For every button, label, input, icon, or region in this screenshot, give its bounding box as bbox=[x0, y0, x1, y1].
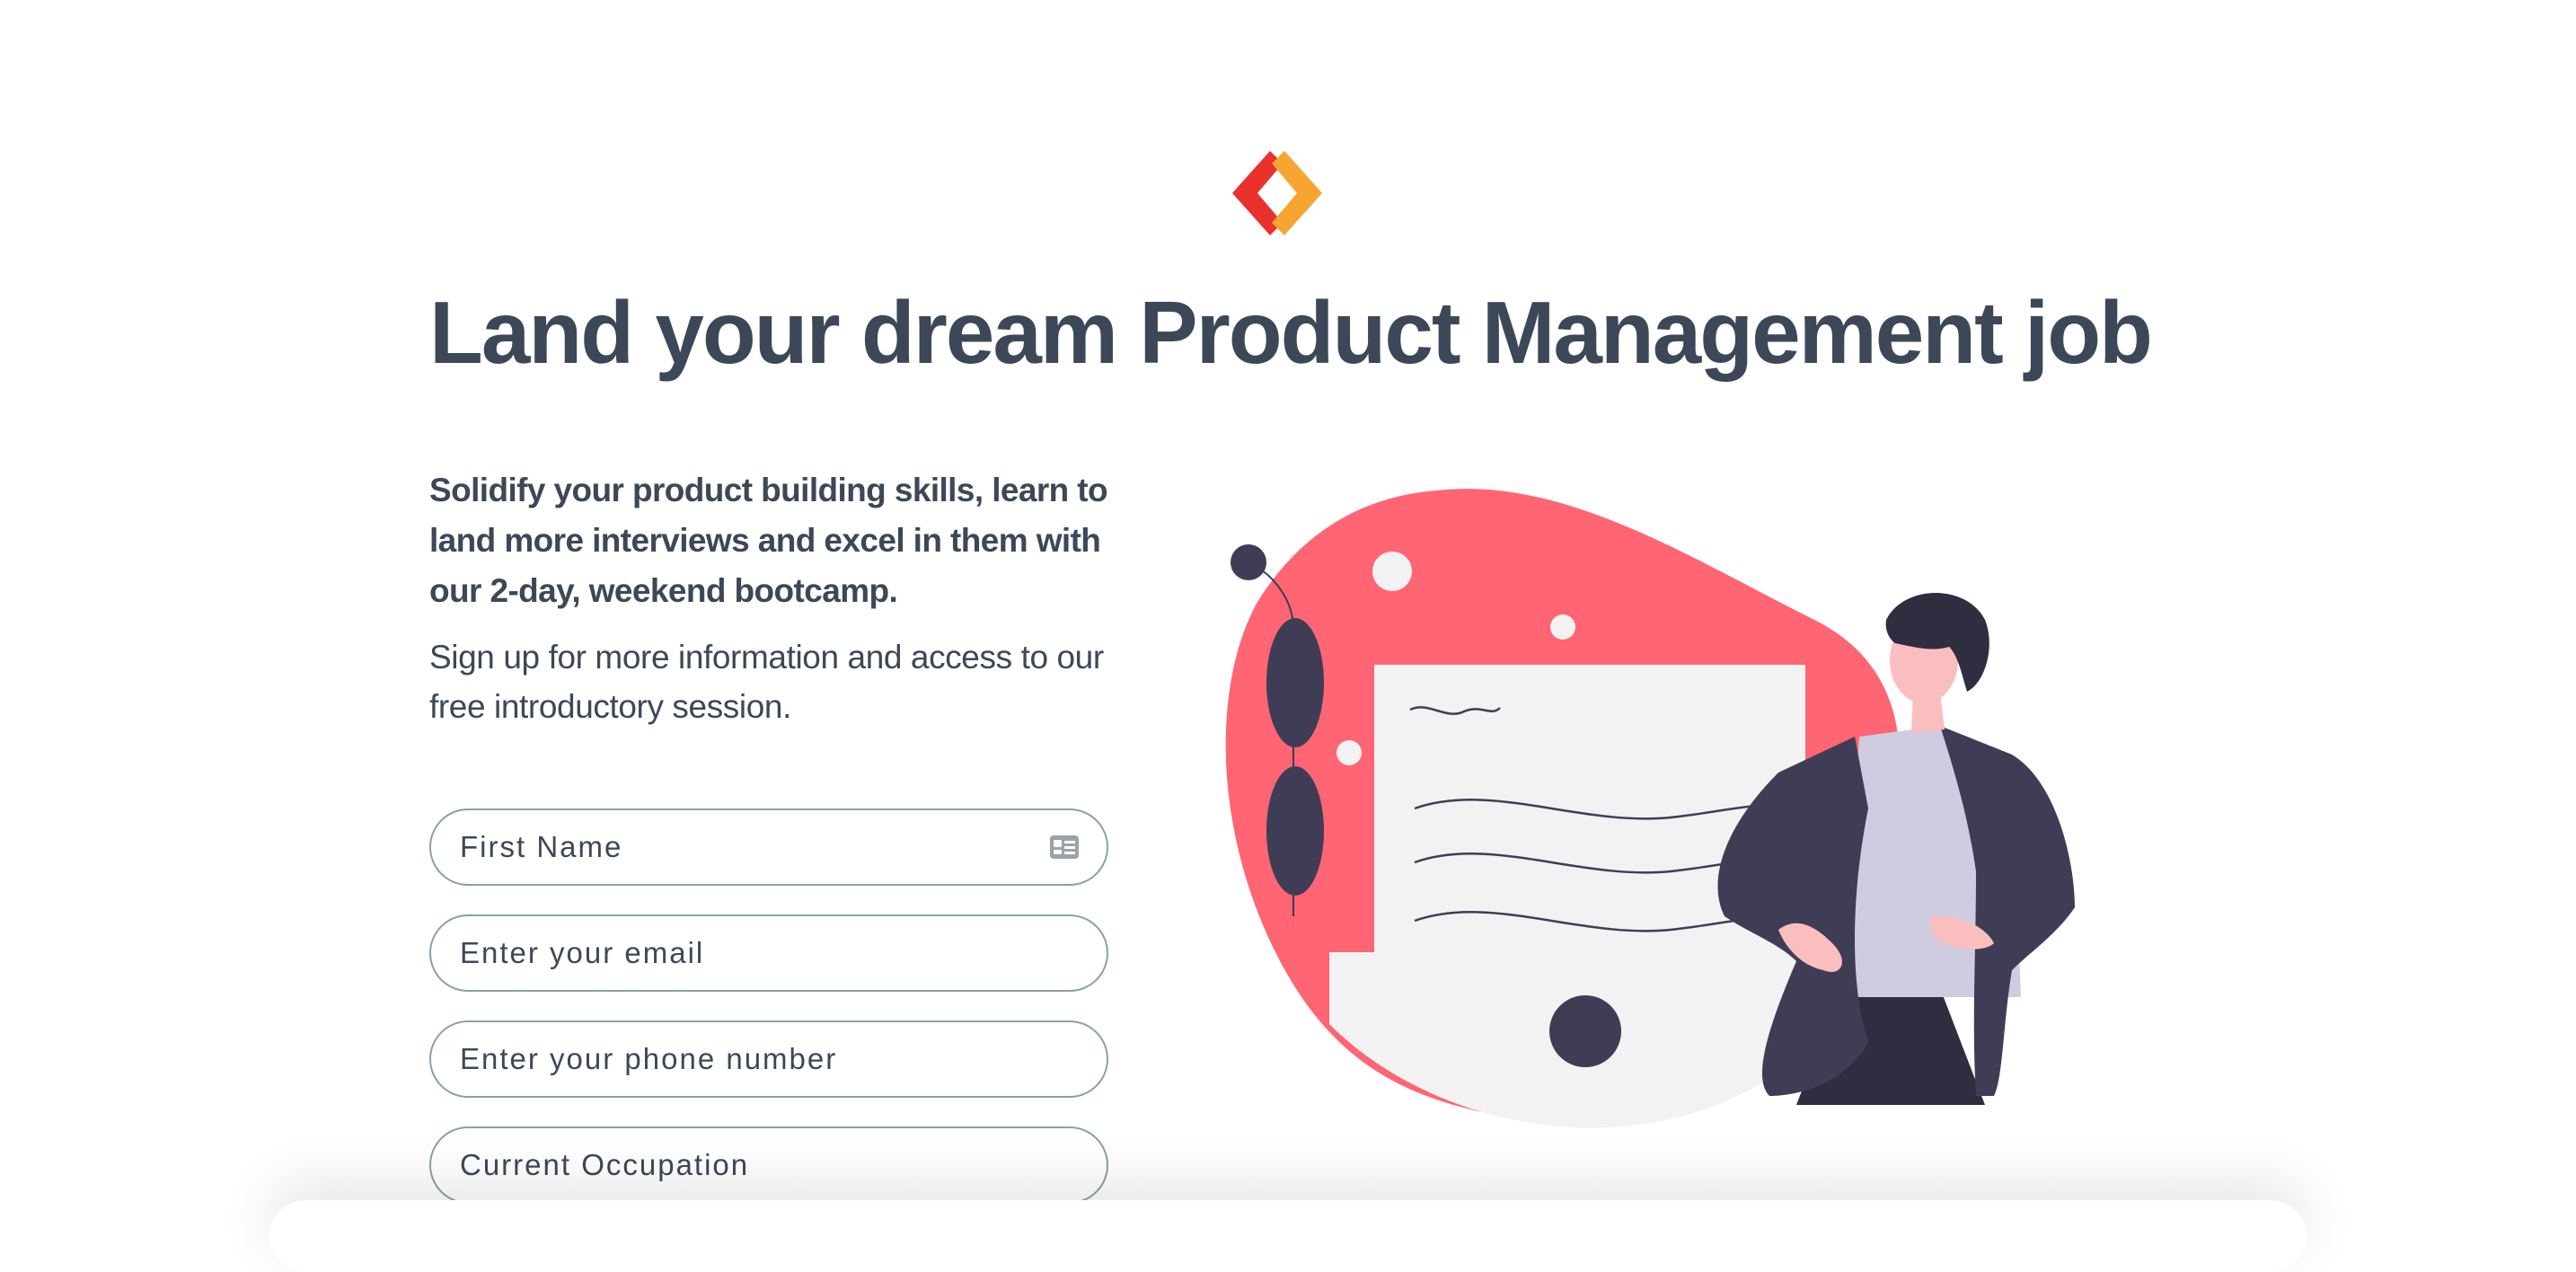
hero-lead-text: Solidify your product building skills, l… bbox=[429, 472, 1108, 609]
page-title: Land your dream Product Management job bbox=[429, 283, 2153, 382]
phone-field[interactable] bbox=[429, 1020, 1108, 1098]
contact-card-icon[interactable] bbox=[1049, 835, 1080, 860]
landing-page: Land your dream Product Management job S… bbox=[0, 0, 2576, 1272]
occupation-input[interactable] bbox=[458, 1147, 1080, 1183]
bottom-panel-shadow bbox=[269, 1200, 2307, 1272]
brand-logo-icon bbox=[1232, 151, 1322, 235]
email-input[interactable] bbox=[458, 935, 1080, 971]
first-name-input[interactable] bbox=[458, 829, 1049, 865]
occupation-field[interactable] bbox=[429, 1126, 1108, 1204]
email-field[interactable] bbox=[429, 914, 1108, 992]
hero-sub-text: Sign up for more information and access … bbox=[429, 639, 1104, 725]
first-name-field[interactable] bbox=[429, 808, 1108, 886]
hero-illustration bbox=[1225, 489, 2075, 1128]
phone-input[interactable] bbox=[458, 1041, 1080, 1077]
